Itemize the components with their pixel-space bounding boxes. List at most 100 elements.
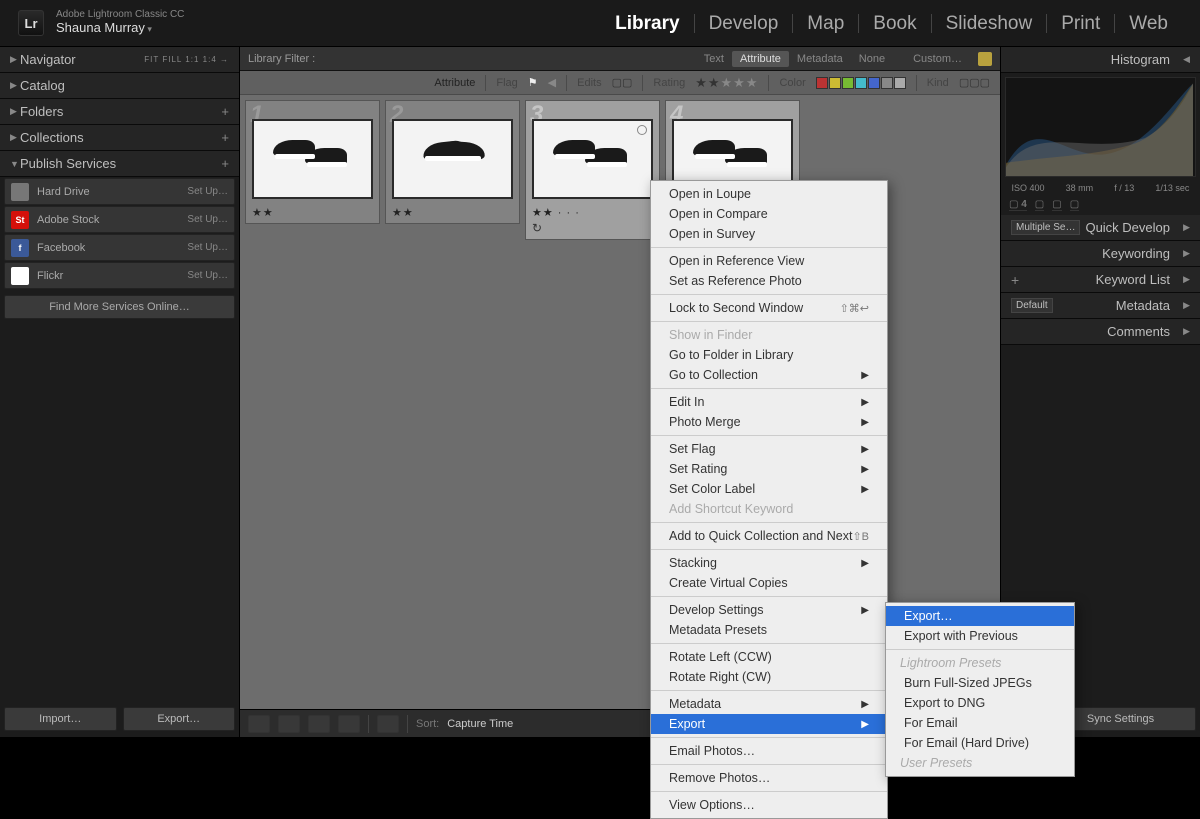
navigator-zoom-options[interactable]: FIT FILL 1:1 1:4 →	[144, 55, 229, 64]
thumbnail-cell[interactable]: 3 ★★ · · ·↻	[525, 100, 660, 240]
menu-item-go-to-folder-in-library[interactable]: Go to Folder in Library	[651, 345, 887, 365]
color-swatch[interactable]	[868, 77, 880, 89]
color-swatch[interactable]	[855, 77, 867, 89]
color-swatch[interactable]	[829, 77, 841, 89]
context-submenu-export[interactable]: Export…Export with PreviousLightroom Pre…	[885, 602, 1075, 777]
thumbnail-image[interactable]	[532, 119, 653, 199]
panel-collections[interactable]: ▶Collections+	[0, 125, 239, 151]
submenu-item-for-email[interactable]: For Email	[886, 713, 1074, 733]
color-swatch[interactable]	[842, 77, 854, 89]
module-tab-develop[interactable]: Develop	[695, 14, 794, 33]
menu-item-stacking[interactable]: Stacking▶	[651, 553, 887, 573]
grid-view-icon[interactable]	[248, 715, 270, 733]
submenu-item-for-email-hard-drive[interactable]: For Email (Hard Drive)	[886, 733, 1074, 753]
sort-dropdown[interactable]: Capture Time	[447, 718, 513, 730]
plus-icon[interactable]: +	[221, 130, 229, 145]
menu-item-add-to-quick-collection-and-next[interactable]: Add to Quick Collection and Next⇧B	[651, 526, 887, 546]
thumbnail-image[interactable]	[252, 119, 373, 199]
export-button[interactable]: Export…	[123, 707, 236, 731]
chevron-left-icon[interactable]: ◀	[548, 76, 556, 89]
rating-filter[interactable]: ★★★★★	[695, 75, 758, 91]
setup-link[interactable]: Set Up…	[187, 270, 228, 281]
filter-tab-none[interactable]: None	[851, 51, 893, 67]
publish-service-adobe-stock[interactable]: StAdobe StockSet Up…	[4, 206, 235, 233]
import-button[interactable]: Import…	[4, 707, 117, 731]
menu-item-metadata-presets[interactable]: Metadata Presets	[651, 620, 887, 640]
panel-keywording[interactable]: Keywording◀	[1001, 241, 1200, 267]
menu-item-export[interactable]: Export▶	[651, 714, 887, 734]
module-tab-print[interactable]: Print	[1047, 14, 1115, 33]
submenu-item-export-with-previous[interactable]: Export with Previous	[886, 626, 1074, 646]
publish-service-facebook[interactable]: fFacebookSet Up…	[4, 234, 235, 261]
panel-metadata[interactable]: Default Metadata◀	[1001, 293, 1200, 319]
menu-item-set-as-reference-photo[interactable]: Set as Reference Photo	[651, 271, 887, 291]
context-menu[interactable]: Open in LoupeOpen in CompareOpen in Surv…	[650, 180, 888, 819]
thumbnail-image[interactable]	[392, 119, 513, 199]
thumbnail-cell[interactable]: 2 ★★	[385, 100, 520, 224]
quick-dev-preset[interactable]: Multiple Se…	[1011, 220, 1080, 235]
panel-navigator[interactable]: ▶Navigator FIT FILL 1:1 1:4 →	[0, 47, 239, 73]
color-filter[interactable]	[816, 77, 906, 89]
publish-service-hard-drive[interactable]: Hard DriveSet Up…	[4, 178, 235, 205]
compare-view-icon[interactable]	[308, 715, 330, 733]
module-tab-web[interactable]: Web	[1115, 14, 1182, 33]
module-tab-map[interactable]: Map	[793, 14, 859, 33]
panel-comments[interactable]: Comments◀	[1001, 319, 1200, 345]
panel-histogram[interactable]: Histogram▶	[1001, 47, 1200, 73]
menu-item-set-color-label[interactable]: Set Color Label▶	[651, 479, 887, 499]
setup-link[interactable]: Set Up…	[187, 186, 228, 197]
painter-icon[interactable]	[377, 715, 399, 733]
thumbnail-cell[interactable]: 1 ★★	[245, 100, 380, 224]
menu-item-rotate-right-cw[interactable]: Rotate Right (CW)	[651, 667, 887, 687]
module-tab-library[interactable]: Library	[601, 14, 694, 33]
filter-tab-attribute[interactable]: Attribute	[732, 51, 789, 67]
module-tab-slideshow[interactable]: Slideshow	[932, 14, 1048, 33]
filter-preset-dropdown[interactable]: Custom…	[913, 53, 962, 65]
menu-item-set-flag[interactable]: Set Flag▶	[651, 439, 887, 459]
lock-icon[interactable]	[978, 52, 992, 66]
find-more-services-button[interactable]: Find More Services Online…	[4, 295, 235, 319]
panel-publish-services[interactable]: ▼Publish Services+	[0, 151, 239, 177]
menu-item-go-to-collection[interactable]: Go to Collection▶	[651, 365, 887, 385]
menu-item-lock-to-second-window[interactable]: Lock to Second Window⇧⌘↩	[651, 298, 887, 318]
panel-folders[interactable]: ▶Folders+	[0, 99, 239, 125]
menu-item-remove-photos[interactable]: Remove Photos…	[651, 768, 887, 788]
menu-item-edit-in[interactable]: Edit In▶	[651, 392, 887, 412]
identity-button[interactable]: Shauna Murray	[56, 20, 184, 37]
submenu-item-burn-full-sized-jpegs[interactable]: Burn Full-Sized JPEGs	[886, 673, 1074, 693]
survey-view-icon[interactable]	[338, 715, 360, 733]
menu-item-metadata[interactable]: Metadata▶	[651, 694, 887, 714]
plus-icon[interactable]: +	[221, 104, 229, 119]
color-swatch[interactable]	[881, 77, 893, 89]
submenu-item-export[interactable]: Export…	[886, 606, 1074, 626]
menu-item-view-options[interactable]: View Options…	[651, 795, 887, 815]
menu-item-open-in-survey[interactable]: Open in Survey	[651, 224, 887, 244]
loupe-view-icon[interactable]	[278, 715, 300, 733]
panel-catalog[interactable]: ▶Catalog	[0, 73, 239, 99]
color-swatch[interactable]	[816, 77, 828, 89]
menu-item-rotate-left-ccw[interactable]: Rotate Left (CCW)	[651, 647, 887, 667]
menu-item-photo-merge[interactable]: Photo Merge▶	[651, 412, 887, 432]
kind-icons[interactable]: ▢▢▢	[959, 76, 990, 89]
submenu-item-export-to-dng[interactable]: Export to DNG	[886, 693, 1074, 713]
color-swatch[interactable]	[894, 77, 906, 89]
panel-keyword-list[interactable]: + Keyword List◀	[1001, 267, 1200, 293]
panel-quick-develop[interactable]: Multiple Se… Quick Develop◀	[1001, 215, 1200, 241]
rating-display[interactable]: ★★	[392, 205, 513, 219]
setup-link[interactable]: Set Up…	[187, 214, 228, 225]
flag-icon[interactable]: ⚑	[528, 76, 538, 89]
menu-item-open-in-reference-view[interactable]: Open in Reference View	[651, 251, 887, 271]
edits-icon[interactable]: ▢▢	[612, 76, 633, 89]
menu-item-set-rating[interactable]: Set Rating▶	[651, 459, 887, 479]
publish-service-flickr[interactable]: ••FlickrSet Up…	[4, 262, 235, 289]
rating-display[interactable]: ★★	[252, 205, 373, 219]
menu-item-open-in-compare[interactable]: Open in Compare	[651, 204, 887, 224]
module-tab-book[interactable]: Book	[859, 14, 931, 33]
rating-display[interactable]: ★★ · · ·	[532, 205, 653, 219]
filter-tab-metadata[interactable]: Metadata	[789, 51, 851, 67]
metadata-preset[interactable]: Default	[1011, 298, 1053, 313]
plus-icon[interactable]: +	[221, 156, 229, 171]
menu-item-email-photos[interactable]: Email Photos…	[651, 741, 887, 761]
setup-link[interactable]: Set Up…	[187, 242, 228, 253]
filter-tab-text[interactable]: Text	[696, 51, 732, 67]
